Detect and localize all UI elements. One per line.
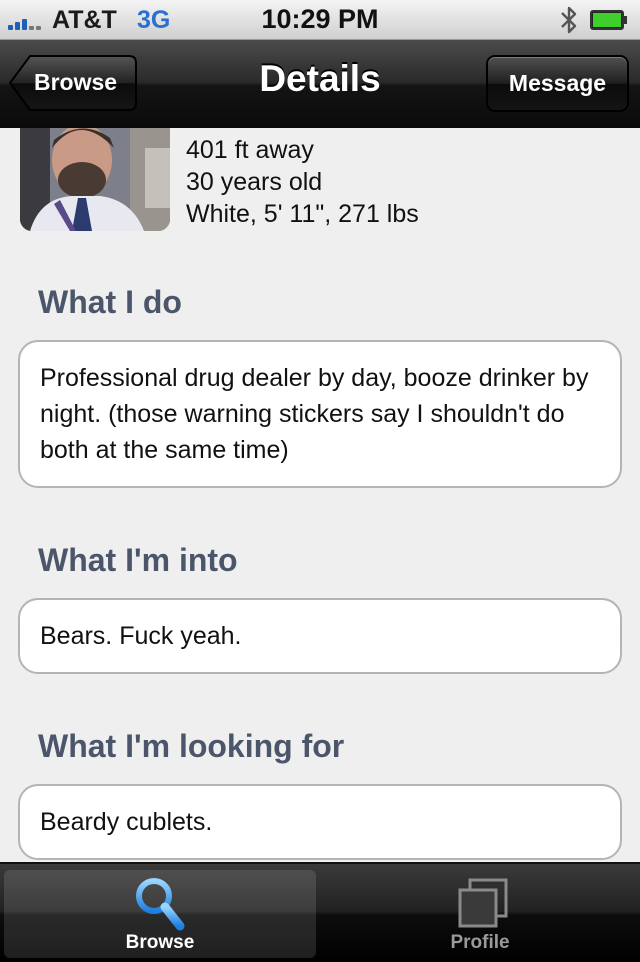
status-bar: AT&T 3G 10:29 PM: [0, 0, 640, 40]
bluetooth-icon: [561, 6, 577, 34]
section-card-what-i-do: Professional drug dealer by day, booze d…: [18, 340, 622, 488]
section-card-what-im-looking-for: Beardy cublets.: [18, 784, 622, 860]
section-card-what-im-into: Bears. Fuck yeah.: [18, 598, 622, 674]
tab-browse-label: Browse: [125, 932, 195, 953]
section-title-what-im-into: What I'm into: [38, 542, 238, 578]
profile-photo[interactable]: [20, 128, 170, 231]
navigation-bar: Browse Details Message: [0, 40, 640, 128]
details-content[interactable]: 401 ft away 30 years old White, 5' 11", …: [0, 128, 640, 862]
distance-text: 401 ft away: [186, 136, 314, 164]
profile-stats: 401 ft away 30 years old White, 5' 11", …: [186, 134, 419, 230]
message-button[interactable]: Message: [486, 55, 629, 112]
status-time: 10:29 PM: [261, 4, 379, 34]
tab-bar: Browse Profile: [0, 862, 640, 962]
tab-browse[interactable]: Browse: [4, 870, 316, 958]
battery-icon: [590, 10, 627, 30]
tab-profile-label: Profile: [450, 932, 510, 953]
section-title-what-im-looking-for: What I'm looking for: [38, 728, 345, 764]
physical-details-text: White, 5' 11", 271 lbs: [186, 200, 419, 228]
search-icon: [136, 878, 185, 931]
section-title-what-i-do: What I do: [38, 284, 182, 320]
profile-photos-icon: [458, 878, 508, 928]
profile-photo-image: [20, 128, 170, 231]
age-text: 30 years old: [186, 168, 323, 196]
tab-profile[interactable]: Profile: [324, 870, 636, 958]
